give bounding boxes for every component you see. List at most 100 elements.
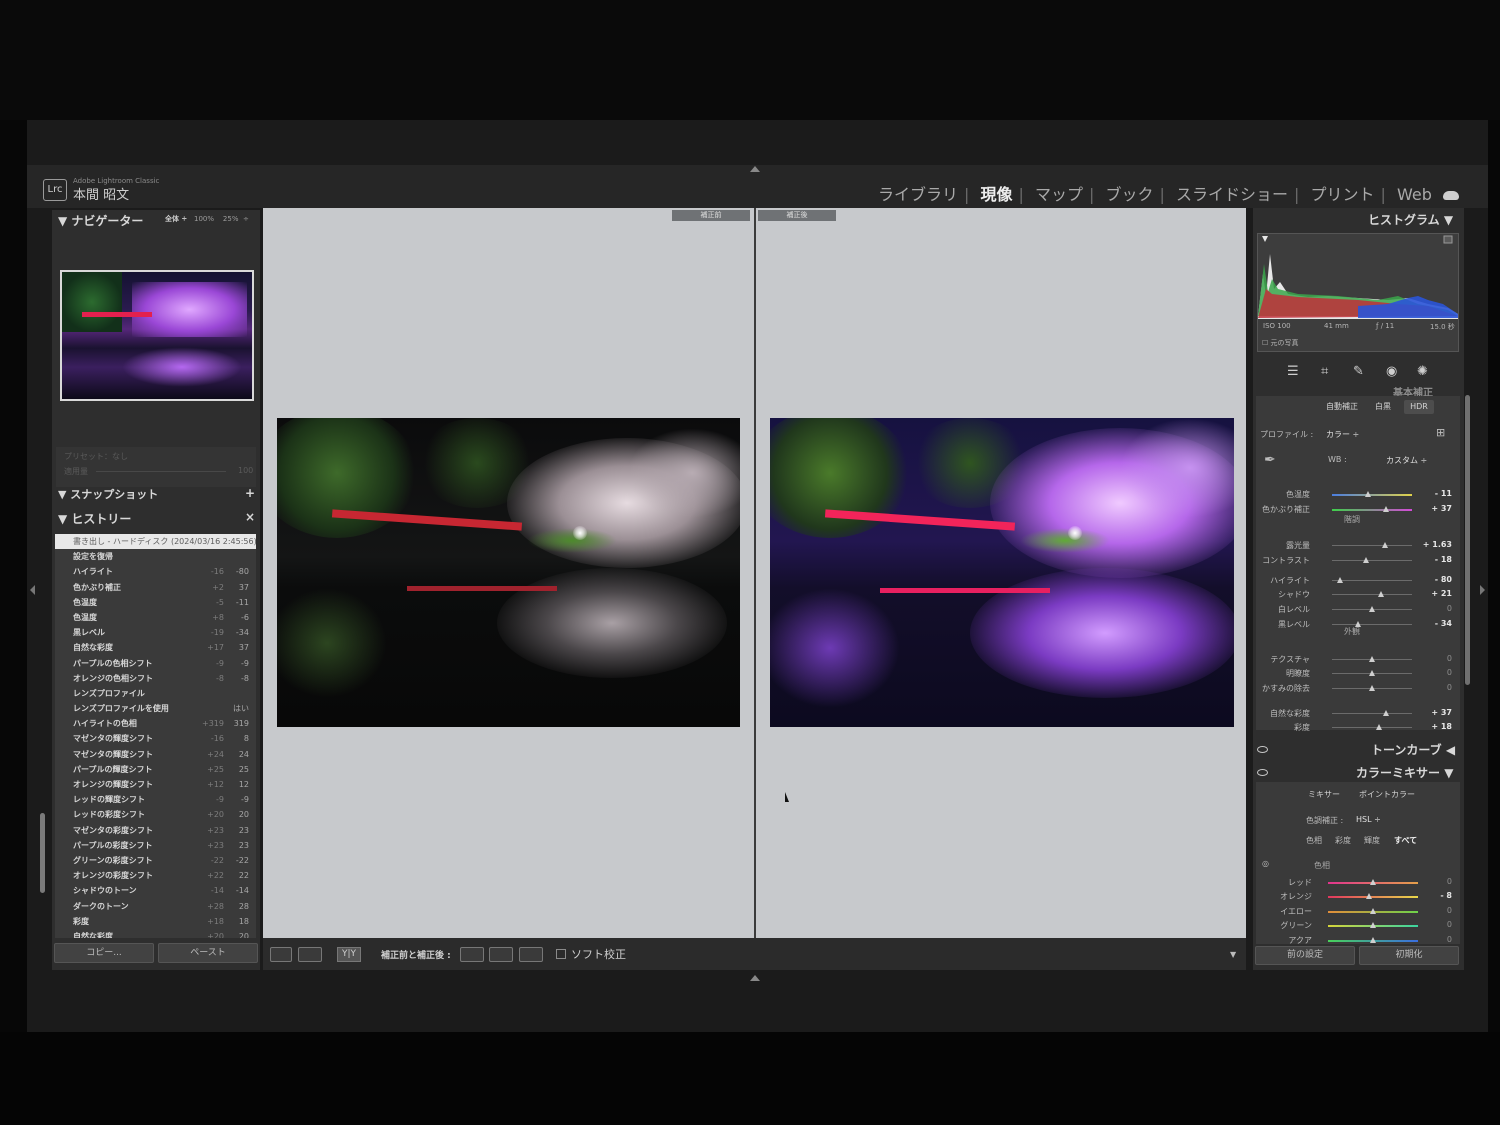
right-panel-scrollbar[interactable] (1465, 395, 1470, 685)
collapse-left-arrow-icon[interactable] (30, 585, 35, 595)
basic-slider-track[interactable] (1332, 713, 1412, 714)
mixer-slider-value[interactable]: 0 (1422, 877, 1452, 886)
basic-slider-value[interactable]: + 1.63 (1422, 540, 1452, 549)
profile-dropdown[interactable]: カラー ÷ (1326, 429, 1359, 440)
mixer-slider-value[interactable]: - 8 (1422, 891, 1452, 900)
edit-sliders-icon[interactable]: ☰ (1287, 364, 1299, 379)
wb-dropdown[interactable]: カスタム ÷ (1386, 455, 1427, 466)
mode-hue[interactable]: 色相 (1306, 835, 1322, 846)
history-item[interactable]: ハイライトの色相 +319 319 (55, 716, 256, 731)
history-item[interactable]: シャドウのトーン -14 -14 (55, 883, 256, 898)
basic-slider-value[interactable]: 0 (1422, 668, 1452, 677)
history-item[interactable]: 自然な彩度 +17 37 (55, 640, 256, 655)
color-mixer-header[interactable]: カラーミキサー ▼ (1356, 764, 1453, 781)
basic-slider-knob[interactable] (1369, 670, 1375, 676)
soft-proof-checkbox[interactable] (556, 949, 566, 959)
history-item[interactable]: ハイライト -16 -80 (55, 564, 256, 579)
basic-slider-knob[interactable] (1337, 577, 1343, 583)
basic-slider-track[interactable] (1332, 560, 1412, 561)
history-clear-icon[interactable]: × (245, 510, 255, 524)
basic-slider-value[interactable]: + 21 (1422, 589, 1452, 598)
basic-slider-value[interactable]: + 37 (1422, 504, 1452, 513)
mixer-slider-knob[interactable] (1370, 922, 1376, 928)
basic-slider-value[interactable]: 0 (1422, 604, 1452, 613)
history-item[interactable]: オレンジの彩度シフト +22 22 (55, 868, 256, 883)
collapse-top-arrow-icon[interactable] (750, 166, 760, 172)
mode-saturation[interactable]: 彩度 (1335, 835, 1351, 846)
basic-slider-value[interactable]: + 37 (1422, 708, 1452, 717)
basic-slider-knob[interactable] (1383, 710, 1390, 716)
mixer-tab[interactable]: ミキサー (1302, 788, 1346, 802)
reset-button[interactable]: 初期化 (1359, 946, 1459, 965)
basic-slider-knob[interactable] (1376, 724, 1383, 730)
history-item[interactable]: マゼンタの彩度シフト +23 23 (55, 823, 256, 838)
history-item[interactable]: レンズプロファイル (55, 686, 256, 701)
copy-before-to-after-icon[interactable] (460, 947, 484, 962)
history-item[interactable]: 設定を復帰 (55, 549, 256, 564)
navigator-header[interactable]: ▼ ナビゲーター (58, 212, 143, 229)
before-after-icon[interactable] (298, 947, 322, 962)
cloud-icon[interactable] (1443, 191, 1459, 200)
basic-slider-value[interactable]: 0 (1422, 654, 1452, 663)
original-photo-toggle[interactable]: ☐ 元の写真 (1262, 338, 1299, 348)
history-item[interactable]: オレンジの色相シフト -8 -8 (55, 671, 256, 686)
color-mixer-eye-icon[interactable] (1257, 769, 1268, 776)
basic-slider-track[interactable] (1332, 624, 1412, 625)
module-develop[interactable]: 現像 (981, 185, 1013, 204)
loupe-view-icon[interactable] (270, 947, 292, 962)
history-item[interactable]: 自然な彩度 +20 20 (55, 929, 256, 938)
mixer-slider-knob[interactable] (1365, 893, 1372, 899)
red-eye-icon[interactable]: ◉ (1386, 364, 1397, 379)
basic-slider-knob[interactable] (1369, 685, 1375, 691)
basic-slider-value[interactable]: + 18 (1422, 722, 1452, 731)
mixer-slider-value[interactable]: 0 (1422, 920, 1452, 929)
module-web[interactable]: Web (1397, 185, 1432, 204)
history-item[interactable]: 彩度 +18 18 (55, 914, 256, 929)
basic-slider-track[interactable] (1332, 509, 1412, 511)
basic-slider-value[interactable]: 0 (1422, 683, 1452, 692)
history-item[interactable]: レンズプロファイルを使用 はい (55, 701, 256, 716)
module-library[interactable]: ライブラリ (878, 185, 958, 204)
basic-slider-knob[interactable] (1362, 557, 1369, 563)
navigator-zoom[interactable]: 全体 ÷ 100% 25% ÷ (165, 214, 249, 224)
tone-curve-eye-icon[interactable] (1257, 746, 1268, 753)
history-item[interactable]: 黒レベル -19 -34 (55, 625, 256, 640)
history-item[interactable]: パープルの色相シフト -9 -9 (55, 656, 256, 671)
history-item[interactable]: パープルの輝度シフト +25 25 (55, 762, 256, 777)
history-item[interactable]: 書き出し - ハードディスク (2024/03/16 2:45:56) (55, 534, 256, 550)
basic-slider-track[interactable] (1332, 727, 1412, 728)
point-color-tab[interactable]: ポイントカラー (1352, 788, 1422, 802)
mixer-slider-knob[interactable] (1370, 879, 1376, 885)
history-item[interactable]: パープルの彩度シフト +23 23 (55, 838, 256, 853)
module-print[interactable]: プリント (1311, 185, 1375, 204)
mode-all[interactable]: すべて (1394, 835, 1417, 846)
paste-button[interactable]: ペースト (158, 943, 258, 963)
basic-slider-value[interactable]: - 18 (1422, 555, 1452, 564)
history-item[interactable]: グリーンの彩度シフト -22 -22 (55, 853, 256, 868)
mixer-slider-knob[interactable] (1370, 937, 1376, 943)
basic-slider-track[interactable] (1332, 580, 1412, 581)
mode-luminance[interactable]: 輝度 (1364, 835, 1380, 846)
history-item[interactable]: 色かぶり補正 +2 37 (55, 580, 256, 595)
history-item[interactable]: オレンジの輝度シフト +12 12 (55, 777, 256, 792)
yy-view-button[interactable]: Y|Y (337, 947, 361, 962)
toolbar-menu-icon[interactable]: ▼ (1230, 950, 1236, 959)
copy-after-to-before-icon[interactable] (489, 947, 513, 962)
crop-icon[interactable]: ⌗ (1321, 364, 1328, 379)
wb-eyedropper-icon[interactable]: ✒ (1264, 452, 1276, 468)
collapse-bottom-arrow-icon[interactable] (750, 975, 760, 981)
mixer-slider-knob[interactable] (1370, 908, 1376, 914)
basic-slider-knob[interactable] (1383, 506, 1390, 512)
before-photo[interactable] (277, 418, 740, 727)
healing-icon[interactable]: ✎ (1353, 364, 1364, 379)
basic-slider-knob[interactable] (1381, 542, 1388, 548)
histogram[interactable]: ISO 100 41 mm ƒ / 11 15.0 秒 ☐ 元の写真 (1257, 233, 1459, 352)
basic-slider-track[interactable] (1332, 594, 1412, 595)
snapshot-add-icon[interactable]: + (245, 486, 255, 500)
history-item[interactable]: マゼンタの輝度シフト -16 8 (55, 731, 256, 746)
history-header[interactable]: ▼ ヒストリー (58, 510, 131, 527)
mixer-slider-track[interactable] (1328, 896, 1418, 898)
snapshot-header[interactable]: ▼ スナップショット (58, 486, 158, 502)
module-slideshow[interactable]: スライドショー (1176, 185, 1288, 204)
target-adjust-icon[interactable]: ◎ (1262, 859, 1269, 868)
